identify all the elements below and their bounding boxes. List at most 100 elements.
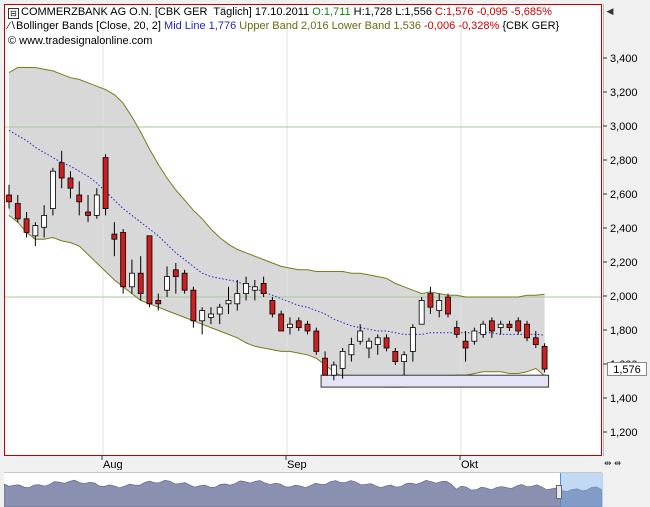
candle-body — [199, 310, 206, 322]
lower-band-symbol: {CBK GER} — [502, 20, 560, 32]
candle-body — [23, 218, 30, 233]
copyright-text: © www.tradesignalonline.com — [8, 35, 153, 47]
symbol-meta: [CBK GER Täglich] — [154, 6, 252, 18]
quote-date: 17.10.2011 — [254, 6, 310, 18]
candle-body — [322, 357, 328, 376]
candle-body — [488, 320, 495, 332]
candle-body — [278, 313, 285, 332]
price-chart-plot[interactable]: ⊟ COMMERZBANK AG O.N. [CBK GER Täglich] 1… — [4, 4, 602, 456]
header-line-2: ∕∖Bollinger Bands [Close, 20, 2] Mid Lin… — [8, 20, 559, 32]
chart-window: ⊟ COMMERZBANK AG O.N. [CBK GER Täglich] 1… — [0, 0, 650, 507]
candle-body — [409, 327, 416, 352]
y-tick-label: 2,600 — [610, 189, 638, 201]
lower-band-change-pct: -0,328% — [458, 20, 500, 32]
candle-22 — [199, 307, 206, 335]
candle-body — [295, 320, 302, 328]
navigator-window[interactable] — [560, 473, 603, 507]
candle-body — [436, 299, 443, 311]
candle-body — [392, 350, 399, 362]
candle-body — [146, 235, 153, 305]
x-tick-label: Okt — [461, 459, 478, 470]
candle-body — [515, 320, 522, 332]
candle-body — [383, 337, 390, 349]
candle-body — [32, 225, 39, 237]
time-axis[interactable]: Aug Sep Okt — [4, 456, 602, 470]
candle-body — [14, 203, 21, 220]
candle-body — [366, 340, 372, 349]
navigator-price-area — [4, 479, 602, 507]
candle-body — [155, 299, 162, 305]
y-tick-label: 1,200 — [610, 427, 638, 439]
y-tick-label: 2,000 — [610, 291, 638, 303]
candle-body — [427, 293, 434, 308]
last-price-tag: 1,576 — [607, 362, 647, 376]
navigator-area-chart — [4, 479, 602, 507]
candle-body — [304, 323, 311, 332]
candle-body — [243, 282, 249, 294]
maximize-icon[interactable]: ◀ — [605, 6, 615, 16]
candle-16 — [146, 235, 153, 308]
candle-body — [401, 354, 408, 362]
y-tick-label: 2,400 — [610, 223, 638, 235]
candle-30 — [269, 297, 276, 318]
candle-body — [532, 337, 539, 345]
candle-body — [287, 323, 293, 329]
candle-body — [541, 345, 548, 370]
candle-body — [348, 344, 355, 356]
close-change-pct: -5,685% — [510, 6, 552, 18]
lower-band-label: Lower Band 1,536 — [331, 20, 421, 32]
candle-3 — [32, 222, 39, 246]
candle-body — [181, 272, 188, 291]
symbol-name: COMMERZBANK AG O.N. — [21, 6, 152, 18]
candle-body — [93, 194, 100, 216]
candle-50 — [445, 293, 451, 318]
lower-band-change: -0,006 — [424, 20, 456, 32]
candle-body — [418, 299, 425, 325]
candle-body — [269, 299, 276, 315]
y-tick-label: 2,800 — [610, 155, 638, 167]
y-tick-label: 3,000 — [610, 121, 638, 133]
y-tick-label: 1,400 — [610, 393, 638, 405]
high-value: H:1,728 — [353, 6, 393, 18]
candle-body — [50, 170, 56, 209]
candle-body — [6, 194, 12, 203]
indicator-name: Bollinger Bands [Close, 20, 2] — [16, 20, 161, 32]
candle-59 — [524, 320, 530, 342]
time-axis-labels: Aug Sep Okt — [101, 456, 478, 470]
candle-body — [357, 330, 364, 342]
mid-line-label: Mid Line 1,776 — [164, 20, 237, 32]
close-value: C:1,576 — [435, 6, 474, 18]
candle-body — [471, 330, 478, 342]
price-axis[interactable]: 1,2001,4001,6001,8002,0002,2002,4002,600… — [603, 4, 650, 456]
candle-body — [225, 299, 232, 305]
chart-type-icon[interactable]: ⊟ — [8, 8, 19, 19]
candle-body — [374, 337, 381, 345]
x-tick-label: Aug — [103, 459, 123, 470]
candle-body — [480, 323, 487, 335]
navigator-overview[interactable] — [4, 472, 603, 507]
axis-scale-icons[interactable]: ⇹ ⇺ — [604, 457, 648, 469]
candle-body — [120, 231, 127, 288]
x-tick-label: Sep — [287, 459, 307, 470]
candle-body — [129, 272, 135, 288]
candle-body — [208, 313, 214, 318]
candle-body — [506, 323, 513, 329]
candle-20 — [181, 269, 188, 294]
candle-body — [102, 157, 109, 210]
candle-body — [330, 364, 337, 376]
candle-5 — [50, 167, 56, 216]
y-tick-label: 2,200 — [610, 257, 638, 269]
candle-body — [216, 306, 223, 315]
candlestick-chart — [5, 5, 601, 455]
candle-body — [41, 214, 48, 228]
candle-body — [462, 340, 469, 349]
price-axis-labels: 1,2001,4001,6001,8002,0002,2002,4002,600… — [603, 4, 638, 456]
candle-body — [313, 330, 320, 352]
candle-35 — [313, 327, 320, 355]
navigator-handle[interactable] — [556, 485, 562, 499]
candle-13 — [120, 229, 127, 294]
candle-body — [260, 282, 267, 294]
upper-band-label: Upper Band 2,016 — [239, 20, 329, 32]
candle-61 — [541, 343, 548, 373]
candle-47 — [418, 297, 425, 325]
